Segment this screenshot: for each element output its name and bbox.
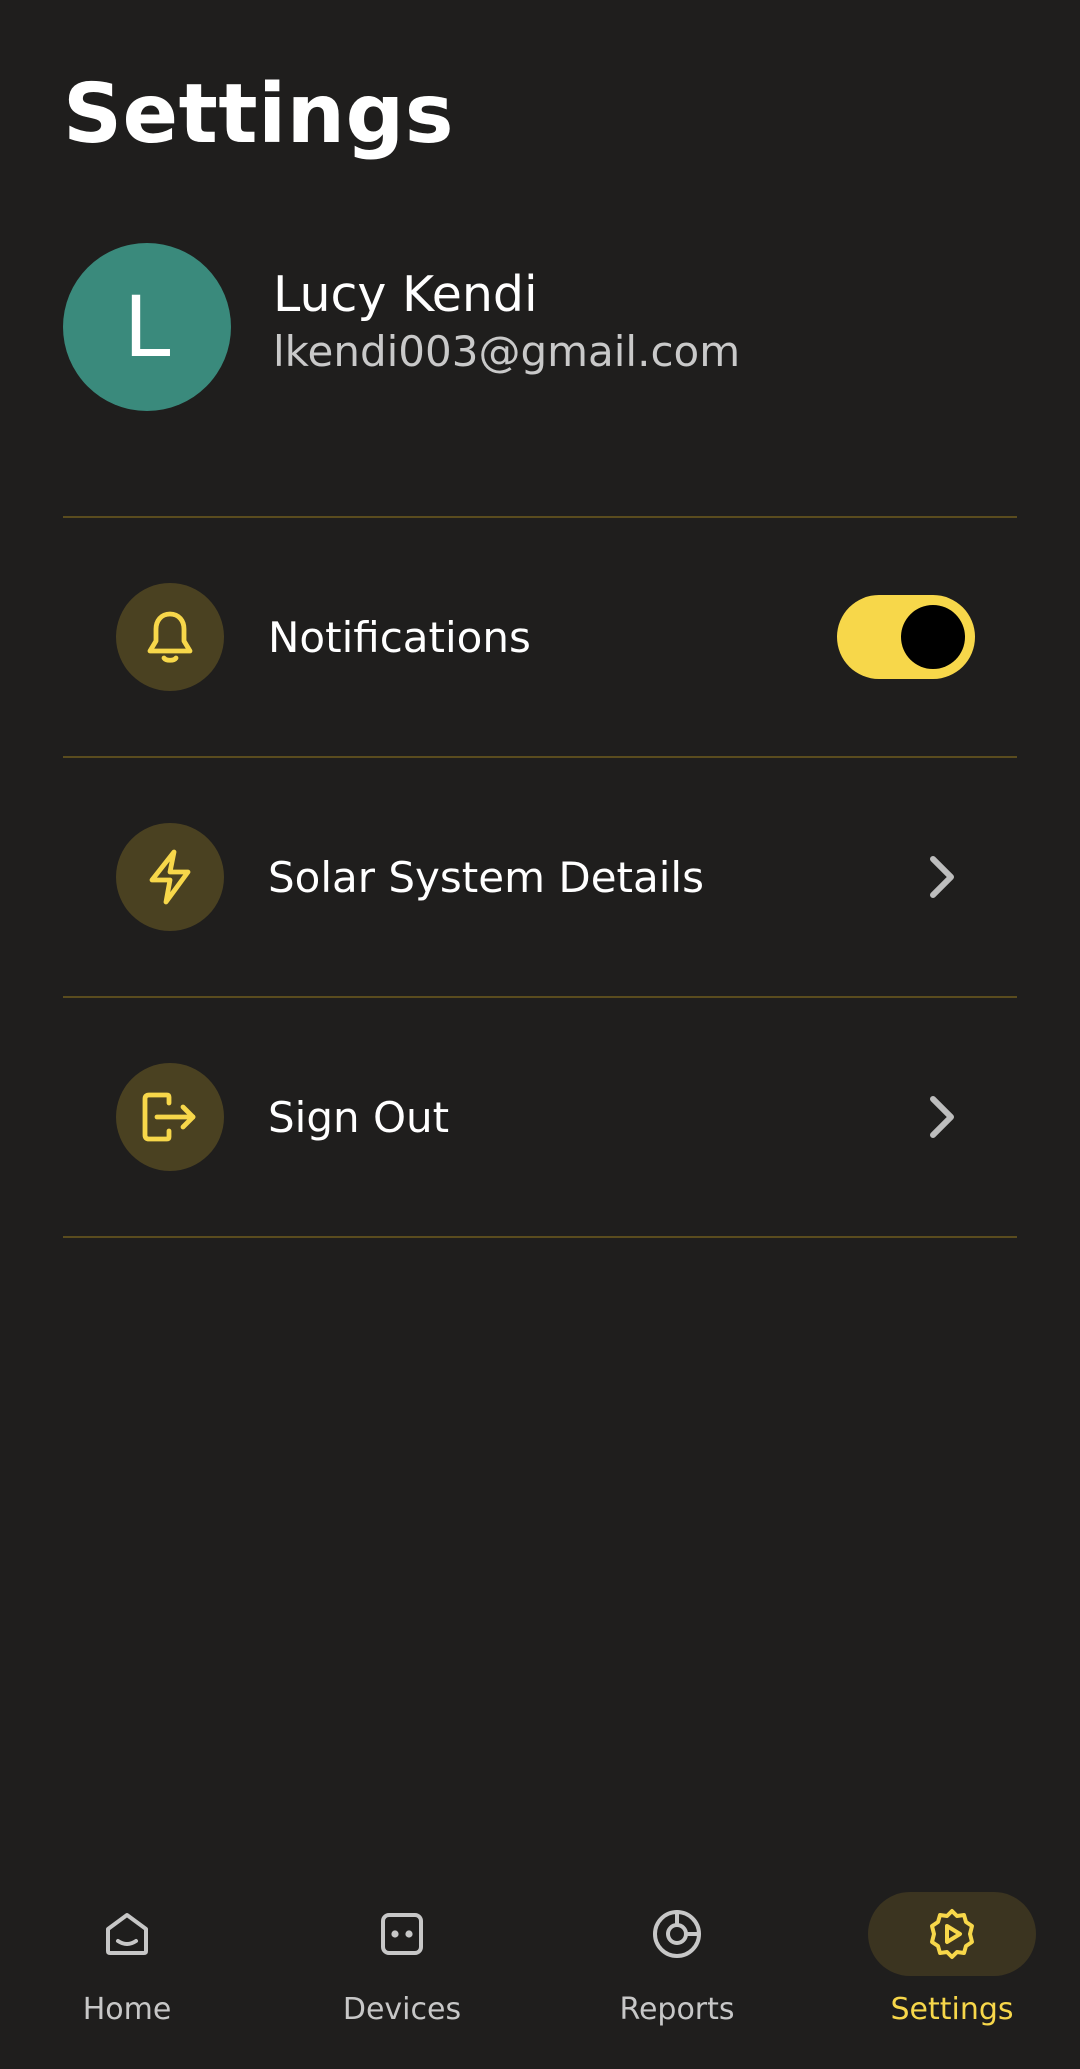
profile-info: Lucy Kendi lkendi003@gmail.com bbox=[273, 264, 740, 380]
settings-item-sign-out[interactable]: Sign Out bbox=[63, 998, 1017, 1236]
settings-item-solar-system-details[interactable]: Solar System Details bbox=[63, 758, 1017, 996]
divider bbox=[63, 1236, 1017, 1238]
nav-label: Home bbox=[82, 1992, 172, 2027]
bottom-nav: Home Devices Reports Settings bbox=[0, 1872, 1080, 2069]
avatar-initial: L bbox=[123, 278, 171, 376]
nav-item-reports[interactable]: Reports bbox=[577, 1892, 777, 2027]
settings-item-label: Sign Out bbox=[268, 1092, 450, 1142]
devices-icon bbox=[318, 1892, 486, 1976]
nav-label: Settings bbox=[890, 1992, 1014, 2027]
nav-item-devices[interactable]: Devices bbox=[302, 1892, 502, 2027]
profile-card[interactable]: L Lucy Kendi lkendi003@gmail.com bbox=[63, 243, 740, 411]
home-icon bbox=[43, 1892, 211, 1976]
settings-gear-icon bbox=[868, 1892, 1036, 1976]
profile-email: lkendi003@gmail.com bbox=[273, 327, 741, 377]
nav-item-home[interactable]: Home bbox=[27, 1892, 227, 2027]
avatar: L bbox=[63, 243, 231, 411]
settings-item-notifications[interactable]: Notifications bbox=[63, 518, 1017, 756]
settings-screen: Settings L Lucy Kendi lkendi003@gmail.co… bbox=[0, 0, 1080, 2069]
sign-out-icon bbox=[116, 1063, 224, 1171]
nav-label: Devices bbox=[342, 1992, 462, 2027]
settings-item-label: Solar System Details bbox=[268, 852, 704, 902]
lightning-icon bbox=[116, 823, 224, 931]
chevron-right-icon bbox=[930, 856, 954, 898]
nav-label: Reports bbox=[619, 1992, 735, 2027]
reports-icon bbox=[593, 1892, 761, 1976]
profile-name: Lucy Kendi bbox=[273, 266, 538, 324]
nav-item-settings[interactable]: Settings bbox=[852, 1892, 1052, 2027]
toggle-knob bbox=[901, 605, 965, 669]
bell-icon bbox=[116, 583, 224, 691]
notifications-toggle[interactable] bbox=[837, 595, 975, 679]
settings-item-label: Notifications bbox=[268, 612, 531, 662]
page-title: Settings bbox=[63, 67, 455, 162]
chevron-right-icon bbox=[930, 1096, 954, 1138]
